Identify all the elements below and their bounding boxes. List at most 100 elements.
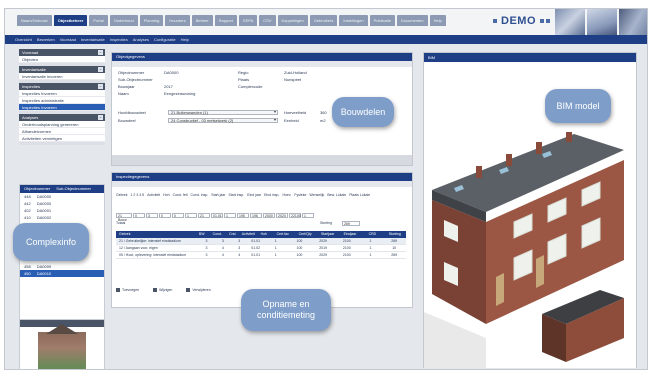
inspection-input[interactable]: 2020 <box>276 213 288 218</box>
column-header-subobject[interactable]: Sub-Objectnummer <box>56 185 91 193</box>
inspection-input[interactable]: 1 <box>302 213 314 218</box>
table-row[interactable]: 21 / Gebruikelijke: intensief eindstadiu… <box>116 238 406 245</box>
table-column-header[interactable]: BW <box>194 231 210 238</box>
callout-complexinfo: Complexinfo <box>13 223 89 261</box>
inspection-actions: Toevoegen Wijzigen Verwijderen <box>116 288 211 292</box>
table-column-header[interactable]: Eindjaar <box>339 231 361 238</box>
action-button[interactable]: Toevoegen <box>116 288 139 292</box>
top-tab[interactable]: Documenten <box>396 15 428 26</box>
top-tab[interactable]: SEPA <box>238 15 258 26</box>
inspection-input[interactable]: 0 <box>159 213 171 218</box>
menu-item[interactable]: Analyses <box>133 37 149 42</box>
top-tab[interactable]: Gebruikers <box>309 15 338 26</box>
top-tab[interactable]: CSV <box>259 15 276 26</box>
sidebar-section-header[interactable]: Analyses − <box>19 114 105 121</box>
top-tab[interactable]: Objectbeheer <box>53 15 88 26</box>
sidebar-item[interactable]: Inspecties Invoeren <box>19 90 105 97</box>
collapse-icon[interactable]: − <box>98 115 103 120</box>
inspection-input[interactable]: 0 <box>133 213 145 218</box>
collapse-icon[interactable]: − <box>98 67 103 72</box>
top-tab[interactable]: Instellingen <box>339 15 368 26</box>
object-list-row[interactable]: 450 DA0010 <box>20 270 104 277</box>
sub-object-number: DA0002 <box>36 215 52 220</box>
table-row[interactable]: 12 / Aangaan voor, eigen 3 4 3 01.02 1 100 2019… <box>116 245 406 252</box>
storting-label: Storting <box>320 221 333 225</box>
top-tab[interactable]: Beheer <box>191 15 213 26</box>
field-header-label: Fysieke <box>294 193 307 197</box>
sidebar-item[interactable]: Inspecties administratie <box>19 97 105 104</box>
label-hoofdbouwdeel: Hoofdbouwdeel <box>118 110 146 115</box>
table-cell: 1 <box>274 246 277 250</box>
action-button[interactable]: Wijzigen <box>153 288 172 292</box>
top-tab[interactable]: Publicatie <box>369 15 395 26</box>
table-column-header[interactable]: Cert.fac <box>272 231 294 238</box>
inspection-input[interactable]: 1 <box>224 213 236 218</box>
object-list-row[interactable]: 448 DA0000 <box>20 193 104 200</box>
inspection-input[interactable]: 21 Bouw <box>116 213 132 222</box>
top-tab[interactable]: Rapport <box>214 15 237 26</box>
field-header-label: Cond. insp. <box>190 193 209 197</box>
panel-strip <box>112 181 412 187</box>
collapse-icon[interactable]: − <box>98 50 103 55</box>
top-tab[interactable]: Naam/Gebouw <box>17 15 52 26</box>
menu-item[interactable]: Voorraad <box>60 37 76 42</box>
table-column-header[interactable]: Gebrek <box>116 231 194 238</box>
field-plaats: Plaats Nunspeet <box>238 77 302 82</box>
storting-input[interactable]: 269 <box>342 221 360 226</box>
sidebar-item[interactable]: Inspecties Invoeren <box>19 104 105 111</box>
table-column-header[interactable]: Hoh <box>256 231 272 238</box>
sidebar-item[interactable]: Onderhoudsplanning genereren <box>19 121 105 128</box>
menu-item[interactable]: Overzicht <box>15 37 32 42</box>
inspection-input[interactable]: 2000 <box>263 213 275 218</box>
inspection-input[interactable]: 22100 <box>289 213 301 218</box>
inspection-input[interactable]: 01.01 <box>211 213 223 218</box>
object-list-row[interactable]: 458 DA0009 <box>20 263 104 270</box>
table-row[interactable]: 05 / Hout, oplevering: intensief eindsta… <box>116 252 406 259</box>
column-header-objectnummer[interactable]: Objectnummer <box>24 185 50 193</box>
action-button[interactable]: Verwijderen <box>186 288 211 292</box>
menu-item[interactable]: Inventarisatie <box>81 37 105 42</box>
collapse-icon[interactable]: − <box>98 84 103 89</box>
menu-item[interactable]: Configuratie <box>154 37 176 42</box>
table-cell: 1 <box>274 253 277 257</box>
sub-object-number: DA0000 <box>36 201 52 206</box>
menu-item[interactable]: Inspecties <box>110 37 128 42</box>
object-list-row[interactable]: 402 DA0001 <box>20 207 104 214</box>
menu-item[interactable]: Help <box>181 37 189 42</box>
top-tab[interactable]: Onderhoud <box>109 15 138 26</box>
sidebar-section-header[interactable]: Voorraad − <box>19 49 105 56</box>
table-column-header[interactable]: CRD <box>361 231 383 238</box>
object-list-row[interactable]: 410 DA0002 <box>20 214 104 221</box>
top-tab[interactable]: Portal <box>89 15 108 26</box>
top-tab[interactable]: Planning <box>139 15 164 26</box>
sidebar-section-header[interactable]: Inventarisatie − <box>19 66 105 73</box>
sidebar-item[interactable]: Inventarisatie Invoeren <box>19 73 105 80</box>
inspection-input[interactable]: 195 <box>237 213 249 218</box>
sidebar-section-header[interactable]: Inspecties − <box>19 83 105 90</box>
object-list-row[interactable]: 442 DA0000 <box>20 200 104 207</box>
table-cell: 269 <box>391 253 398 257</box>
table-column-header[interactable]: Cnd. <box>225 231 241 238</box>
top-tab[interactable]: Koppelingen <box>277 15 308 26</box>
table-column-header[interactable]: Cert/Qty <box>294 231 316 238</box>
inspection-input[interactable]: 1 <box>185 213 197 218</box>
sub-object-number: DA0001 <box>36 208 52 213</box>
sidebar-item[interactable]: Objecten <box>19 56 105 63</box>
top-tab[interactable]: Help <box>429 15 446 26</box>
table-column-header[interactable]: Cond. <box>210 231 226 238</box>
menu-item[interactable]: Bewerken <box>37 37 55 42</box>
table-column-header[interactable]: Storting <box>384 231 406 238</box>
table-column-header[interactable]: Startjaar <box>316 231 338 238</box>
house-photo <box>38 324 86 369</box>
sidebar-item[interactable]: Activiteiten vernietigen <box>19 135 105 142</box>
inspection-input[interactable]: 21 <box>198 213 210 218</box>
inspection-input[interactable]: 196 <box>250 213 262 218</box>
top-tab[interactable]: Huurders <box>165 15 190 26</box>
sidebar-item[interactable]: Afhandelvormen <box>19 128 105 135</box>
hoofdbouwdeel-select[interactable]: 21 Buitenwanden (1) <box>168 110 278 115</box>
bouwdeel-select[interactable]: 24 Constructief - 03 metselwerk (2) <box>168 118 278 123</box>
inspection-input[interactable]: 0 <box>172 213 184 218</box>
field-header-label: 1 2 3 4 5 <box>130 193 145 197</box>
table-column-header[interactable]: Activiteit <box>241 231 257 238</box>
inspection-input[interactable]: 3 <box>146 213 158 218</box>
